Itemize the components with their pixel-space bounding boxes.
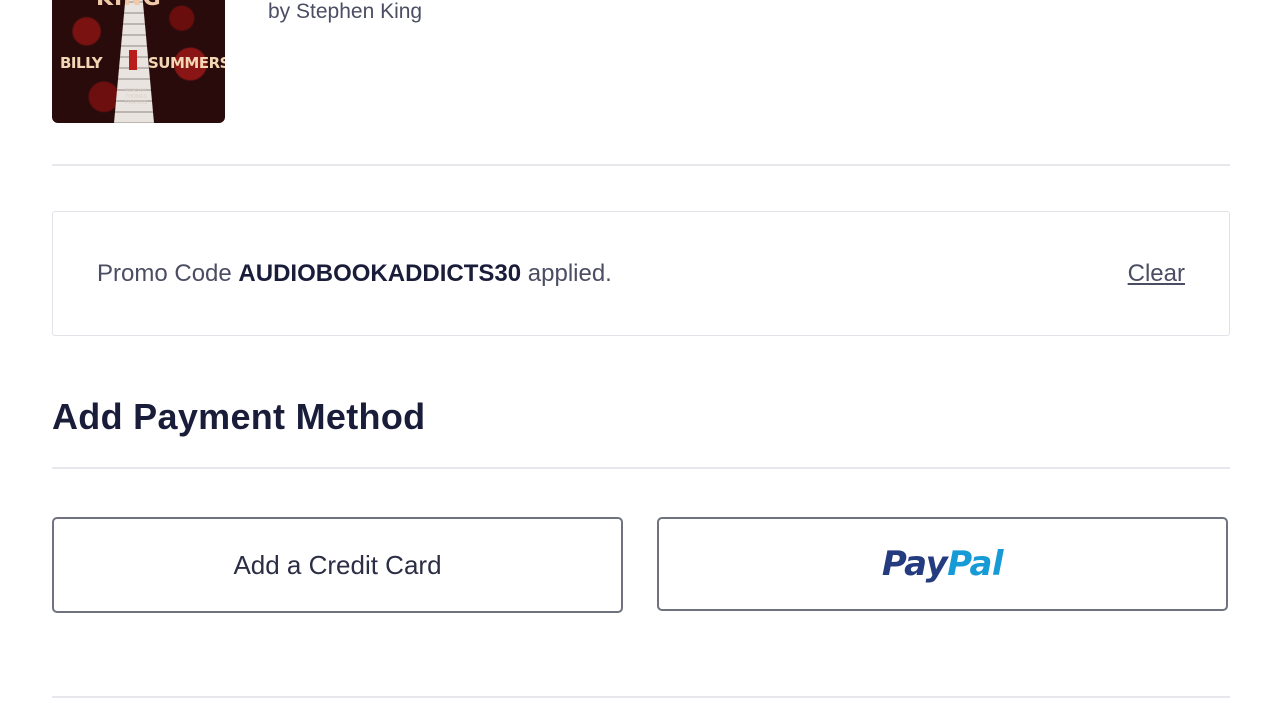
paypal-logo-pal: Pal: [947, 544, 1004, 584]
paypal-logo-icon: PayPal: [881, 544, 1004, 584]
paypal-logo-pay: Pay: [881, 544, 948, 584]
divider: [52, 164, 1230, 166]
promo-code-message: Promo Code AUDIOBOOKADDICTS30 applied.: [97, 260, 612, 288]
promo-code-value: AUDIOBOOKADDICTS30: [238, 260, 522, 287]
promo-prefix-text: Promo Code: [97, 260, 239, 287]
cover-narrator-text: READ BY THOMAS FRANCIS: [125, 88, 147, 106]
cover-door-art: [129, 50, 137, 70]
paypal-button[interactable]: PayPal: [657, 517, 1228, 611]
page-section-title: Add Payment Method: [52, 396, 426, 437]
book-author-byline: by Stephen King: [268, 0, 423, 23]
divider: [52, 467, 1230, 469]
add-credit-card-label: Add a Credit Card: [233, 549, 442, 580]
cover-author-text: KING: [96, 0, 162, 11]
cover-title-right: SUMMERS: [148, 54, 225, 72]
cover-title-left: BILLY: [60, 54, 103, 72]
divider: [52, 696, 1230, 698]
book-cover-image: KING BILLY SUMMERS READ BY THOMAS FRANCI…: [52, 0, 225, 123]
add-credit-card-button[interactable]: Add a Credit Card: [52, 517, 623, 613]
promo-code-banner: Promo Code AUDIOBOOKADDICTS30 applied. C…: [52, 211, 1230, 336]
clear-promo-link[interactable]: Clear: [1128, 260, 1185, 288]
promo-suffix-text: applied.: [521, 260, 612, 287]
